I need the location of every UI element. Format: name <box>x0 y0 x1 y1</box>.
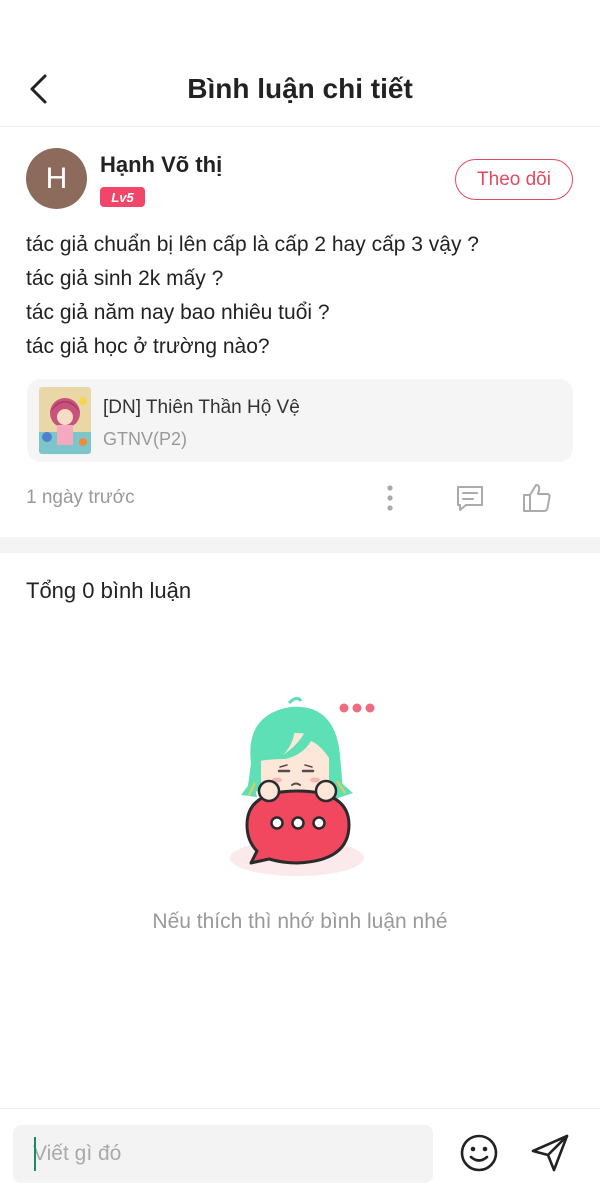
comment-body: tác giả chuẩn bị lên cấp là cấp 2 hay cấ… <box>26 228 576 364</box>
comment-composer <box>0 1108 600 1197</box>
emoji-button[interactable] <box>459 1133 499 1173</box>
comment-line: tác giả học ở trường nào? <box>26 335 270 358</box>
more-options-button[interactable] <box>380 484 400 512</box>
book-title: [DN] Thiên Thần Hộ Vệ <box>103 397 300 418</box>
avatar-letter: H <box>45 161 68 195</box>
more-vertical-icon <box>387 485 393 511</box>
screen: Bình luận chi tiết H Hạnh Võ thị Lv5 The… <box>0 0 600 1197</box>
section-divider <box>0 537 600 553</box>
book-author: GTNV(P2) <box>103 429 188 449</box>
username[interactable]: Hạnh Võ thị <box>100 152 222 178</box>
send-button[interactable] <box>528 1131 572 1175</box>
send-icon <box>531 1134 569 1172</box>
book-cover-image <box>39 387 91 454</box>
like-button[interactable] <box>520 481 554 515</box>
total-comments-label: Tổng 0 bình luận <box>26 578 192 603</box>
text-caret <box>34 1137 36 1171</box>
thumbs-up-icon <box>523 484 551 512</box>
comment-timestamp: 1 ngày trước <box>26 487 135 508</box>
follow-button[interactable]: Theo dõi <box>455 159 573 200</box>
comment-line: tác giả sinh 2k mấy ? <box>26 267 224 290</box>
smiley-icon <box>460 1134 498 1172</box>
empty-state-text: Nếu thích thì nhớ bình luận nhé <box>152 910 448 933</box>
header: Bình luận chi tiết <box>0 55 600 127</box>
avatar[interactable]: H <box>26 148 87 209</box>
book-card[interactable]: [DN] Thiên Thần Hộ Vệ GTNV(P2) <box>27 379 573 462</box>
comment-input[interactable] <box>13 1125 433 1183</box>
comment-line: tác giả chuẩn bị lên cấp là cấp 2 hay cấ… <box>26 233 479 256</box>
reply-button[interactable] <box>454 482 486 514</box>
comment-line: tác giả năm nay bao nhiêu tuổi ? <box>26 301 330 324</box>
level-badge: Lv5 <box>100 187 145 207</box>
comment-icon <box>457 486 483 511</box>
empty-state-mascot-illustration <box>225 695 385 885</box>
page-title: Bình luận chi tiết <box>187 73 413 104</box>
